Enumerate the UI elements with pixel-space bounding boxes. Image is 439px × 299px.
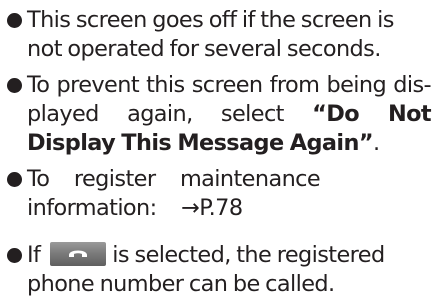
phone-call-button [50,242,107,266]
list-item: To prevent this screen from being dis-pl… [5,71,432,158]
bullet-icon [7,248,22,263]
list-item: To register maintenance information: →P.… [5,165,431,223]
bullet-icon [7,78,22,93]
note-text: If [27,242,41,268]
note-text: To register maintenance information: →P.… [27,166,321,221]
note-text: This screen goes off if the screen is no… [27,7,394,62]
list-item: This screen goes off if the screen is no… [5,6,431,64]
list-item: If is selected, the registered phone num… [5,241,431,299]
note-text-end: . [372,130,380,156]
notes-list: This screen goes off if the screen is no… [5,6,432,299]
bullet-icon [7,13,22,28]
phone-handset-icon [69,250,88,257]
bullet-icon [7,172,22,187]
